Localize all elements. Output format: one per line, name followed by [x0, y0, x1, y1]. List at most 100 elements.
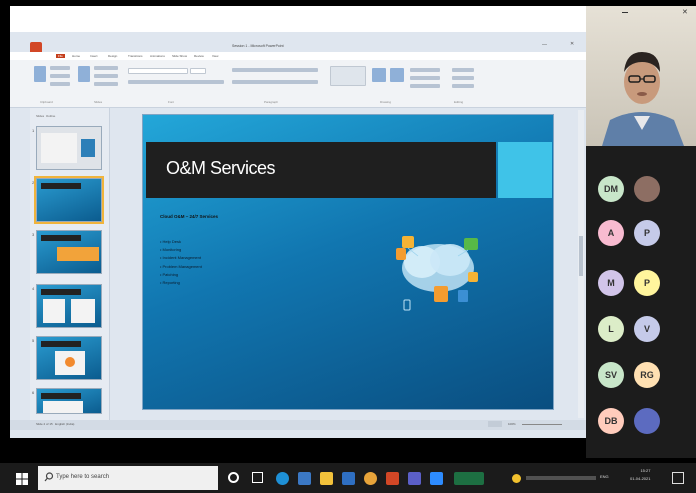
status-left: Slide 2 of 15 English (India) — [36, 422, 75, 426]
tablet-icon — [458, 290, 468, 302]
new-slide-button[interactable] — [78, 66, 90, 82]
thumb-number-1: 1 — [32, 128, 35, 133]
find-button[interactable] — [452, 68, 474, 72]
tab-transitions[interactable]: Transitions — [128, 54, 143, 58]
language-indicator[interactable]: ENG — [600, 474, 609, 479]
video-minimize-icon[interactable] — [622, 12, 628, 13]
view-buttons[interactable] — [488, 421, 502, 427]
thumb-number-5: 5 — [32, 338, 35, 343]
font-name-select[interactable] — [128, 68, 188, 74]
cloud-services-illustration — [396, 236, 478, 311]
task-view-icon[interactable] — [252, 472, 263, 483]
participant-avatar[interactable]: SV — [598, 362, 624, 388]
thumb-number-3: 3 — [32, 232, 35, 237]
powerpoint-taskbar-icon[interactable] — [386, 472, 399, 485]
quick-styles-button[interactable] — [390, 68, 404, 82]
shapes-gallery[interactable] — [330, 66, 366, 86]
presenter-figure — [602, 52, 684, 146]
video-close-icon[interactable]: ✕ — [682, 8, 688, 16]
scroll-thumb[interactable] — [579, 236, 583, 276]
slide-subtitle[interactable]: Cloud O&M – 24/7 Services — [160, 214, 218, 219]
chrome-icon[interactable] — [364, 472, 377, 485]
participant-avatar[interactable]: P — [634, 270, 660, 296]
bullet-item: Incident Management — [160, 254, 202, 262]
tab-view[interactable]: View — [212, 54, 218, 58]
clock-time: 15:27 — [640, 468, 651, 473]
layout-button[interactable] — [94, 66, 118, 70]
participant-avatar[interactable] — [634, 176, 660, 202]
shape-outline-button[interactable] — [410, 76, 440, 80]
slide-thumbnail-6[interactable] — [36, 388, 102, 414]
section-button[interactable] — [94, 82, 118, 86]
tab-animations[interactable]: Animations — [150, 54, 165, 58]
clock-date: 01-04-2021 — [630, 476, 651, 481]
teams-icon[interactable] — [408, 472, 421, 485]
reset-button[interactable] — [94, 74, 118, 78]
app-tile-icon — [402, 236, 414, 248]
cortana-icon[interactable] — [228, 472, 239, 483]
slide-title[interactable]: O&M Services — [166, 158, 276, 179]
tab-review[interactable]: Review — [194, 54, 204, 58]
pane-tabs[interactable]: Slides Outline — [36, 114, 55, 118]
arrange-button[interactable] — [372, 68, 386, 82]
clock[interactable]: 15:27 01-04-2021 — [630, 467, 650, 483]
slide-thumbnail-1[interactable] — [36, 126, 102, 170]
tab-slide-show[interactable]: Slide Show — [172, 54, 187, 58]
slide-bullet-list[interactable]: Help Desk Monitoring Incident Management… — [160, 238, 202, 287]
participant-avatar[interactable]: RG — [634, 362, 660, 388]
slide-thumbnail-4[interactable] — [36, 284, 102, 328]
format-painter-button[interactable] — [50, 82, 70, 86]
tab-home[interactable]: Home — [72, 54, 80, 58]
zoom-level[interactable]: 100% — [508, 422, 516, 426]
bullet-item: Monitoring — [160, 246, 202, 254]
zoom-slider[interactable] — [522, 424, 562, 425]
participant-avatar[interactable]: DM — [598, 176, 624, 202]
app-tile-icon — [464, 238, 478, 250]
slide-thumbnail-3[interactable] — [36, 230, 102, 274]
close-button[interactable]: ✕ — [570, 41, 574, 47]
paste-button[interactable] — [34, 66, 46, 82]
edge-icon[interactable] — [276, 472, 289, 485]
participant-avatar[interactable]: P — [634, 220, 660, 246]
shape-fill-button[interactable] — [410, 68, 440, 72]
participant-avatar[interactable] — [634, 408, 660, 434]
participant-avatar[interactable]: DB — [598, 408, 624, 434]
slide-thumbnail-5[interactable] — [36, 336, 102, 380]
app-tile-icon — [396, 248, 406, 260]
tray-icons[interactable] — [526, 476, 596, 480]
store-icon[interactable] — [298, 472, 311, 485]
weather-icon[interactable] — [512, 474, 521, 483]
bullet-item: Problem Management — [160, 263, 202, 271]
select-button[interactable] — [452, 84, 474, 88]
tab-design[interactable]: Design — [108, 54, 117, 58]
windows-start-icon[interactable] — [16, 473, 28, 485]
file-explorer-icon[interactable] — [320, 472, 333, 485]
excel-icon[interactable] — [454, 472, 484, 485]
paragraph-row-1[interactable] — [232, 68, 318, 72]
notification-icon[interactable] — [672, 472, 684, 484]
meeting-window: Session 1 - Microsoft PowerPoint — ✕ Fil… — [0, 0, 696, 493]
cut-button[interactable] — [50, 66, 70, 70]
group-paragraph-label: Paragraph — [264, 100, 279, 104]
replace-button[interactable] — [452, 76, 474, 80]
font-size-select[interactable] — [190, 68, 206, 74]
copy-button[interactable] — [50, 74, 70, 78]
tab-insert[interactable]: Insert — [90, 54, 98, 58]
participant-avatar[interactable]: V — [634, 316, 660, 342]
mail-icon[interactable] — [342, 472, 355, 485]
window-title: Session 1 - Microsoft PowerPoint — [232, 44, 284, 48]
font-formatting-row[interactable] — [128, 80, 224, 84]
presenter-video[interactable]: ✕ — [586, 6, 696, 146]
slide-thumbnail-2[interactable] — [34, 176, 104, 224]
paragraph-row-2[interactable] — [232, 80, 318, 84]
phone-icon — [403, 299, 411, 311]
shape-effects-button[interactable] — [410, 84, 440, 88]
group-drawing-label: Drawing — [380, 100, 392, 104]
participant-avatar[interactable]: L — [598, 316, 624, 342]
participant-avatar[interactable]: M — [598, 270, 624, 296]
title-bar — [10, 6, 586, 32]
zoom-icon[interactable] — [430, 472, 443, 485]
tab-file[interactable]: File — [56, 54, 65, 58]
minimize-button[interactable]: — — [542, 42, 547, 48]
participant-avatar[interactable]: A — [598, 220, 624, 246]
